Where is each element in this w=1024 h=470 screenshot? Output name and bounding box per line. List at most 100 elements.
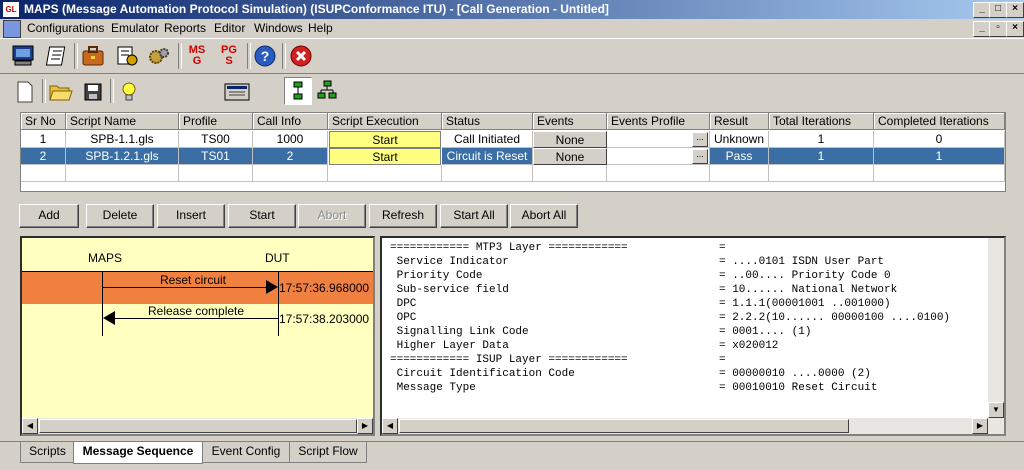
col-call-info[interactable]: Call Info [253, 113, 328, 130]
events-profile-cell: ... [607, 148, 710, 165]
scroll-left-icon[interactable]: ◀ [382, 418, 398, 434]
menu-emulator[interactable]: Emulator [111, 21, 159, 35]
menu-editor[interactable]: Editor [214, 21, 245, 35]
scroll-left-icon[interactable]: ◀ [22, 418, 38, 434]
tree-view-icon[interactable] [314, 77, 340, 103]
flow-view-icon[interactable] [284, 77, 312, 105]
refresh-button[interactable]: Refresh [369, 204, 437, 228]
menu-bar: Configurations Emulator Reports Editor W… [0, 19, 1024, 38]
open-folder-icon[interactable] [46, 77, 76, 107]
col-events[interactable]: Events [533, 113, 607, 130]
main-toolbar: MS G PG S ? [0, 38, 1024, 74]
close-button[interactable]: × [1006, 2, 1024, 18]
tab-scripts[interactable]: Scripts [20, 442, 75, 463]
script-table: Sr No Script Name Profile Call Info Scri… [20, 112, 1006, 192]
horizontal-scrollbar[interactable]: ◀ ▶ [22, 418, 373, 434]
col-completed-iterations[interactable]: Completed Iterations [874, 113, 1005, 130]
mdi-child-icon[interactable] [3, 20, 21, 38]
table-row-selected[interactable]: 2 SPB-1.2.1.gls TS01 2 Start Circuit is … [21, 148, 1005, 165]
col-result[interactable]: Result [710, 113, 769, 130]
scroll-thumb[interactable] [399, 419, 849, 433]
col-sr-no[interactable]: Sr No [21, 113, 66, 130]
decode-line: DPC = 1.1.1(00001001 ..001000) [390, 298, 891, 310]
window-view-icon[interactable] [222, 77, 252, 107]
col-total-iterations[interactable]: Total Iterations [769, 113, 874, 130]
child-restore-button[interactable]: ▫ [989, 21, 1007, 37]
decode-line: Priority Code = ..00.... Priority Code 0 [390, 270, 891, 282]
maximize-button[interactable]: □ [989, 2, 1007, 18]
exit-icon[interactable] [286, 41, 316, 71]
svg-text:?: ? [261, 48, 270, 64]
app-icon: GL [3, 2, 19, 17]
events-button[interactable]: None [533, 131, 607, 148]
col-profile[interactable]: Profile [179, 113, 253, 130]
col-script-execution[interactable]: Script Execution [328, 113, 442, 130]
scroll-right-icon[interactable]: ▶ [972, 418, 988, 434]
title-bar: GL MAPS (Message Automation Protocol Sim… [0, 0, 1024, 19]
col-events-profile[interactable]: Events Profile [607, 113, 710, 130]
gears-icon[interactable] [144, 41, 174, 71]
decode-line: Signalling Link Code = 0001.... (1) [390, 326, 812, 338]
computer-icon[interactable] [8, 41, 38, 71]
delete-button[interactable]: Delete [86, 204, 154, 228]
message-arrow-line [102, 287, 268, 288]
start-button[interactable]: Start [228, 204, 296, 228]
message-label: Release complete [148, 304, 245, 318]
start-script-button[interactable]: Start [329, 148, 441, 165]
insert-button[interactable]: Insert [157, 204, 225, 228]
decode-line: Service Indicator = ....0101 ISDN User Pa… [390, 256, 885, 268]
entity-right-label: DUT [265, 251, 290, 265]
help-icon[interactable]: ? [250, 41, 280, 71]
col-script-name[interactable]: Script Name [66, 113, 179, 130]
new-file-icon[interactable] [10, 77, 40, 107]
save-icon[interactable] [78, 77, 108, 107]
tab-script-flow[interactable]: Script Flow [289, 442, 367, 463]
decode-line: ============ MTP3 Layer ============ = [390, 242, 726, 254]
tab-event-config[interactable]: Event Config [201, 442, 291, 463]
scroll-down-icon[interactable]: ▼ [988, 402, 1004, 418]
scroll-thumb[interactable] [39, 419, 357, 433]
entity-left-label: MAPS [88, 251, 123, 265]
notebook-icon[interactable] [42, 41, 72, 71]
table-row[interactable]: 1 SPB-1.1.gls TS00 1000 Start Call Initi… [21, 131, 1005, 148]
briefcase-icon[interactable] [78, 41, 108, 71]
decode-line: Higher Layer Data = x020012 [390, 340, 779, 352]
decode-line: OPC = 2.2.2(10...... 00000100 ....0100) [390, 312, 951, 324]
browse-events-profile-button[interactable]: ... [692, 132, 708, 147]
arrow-left-icon [103, 311, 115, 325]
add-button[interactable]: Add [19, 204, 79, 228]
pgs-icon[interactable]: PG S [214, 41, 244, 71]
script-edit-icon[interactable] [112, 41, 142, 71]
decode-line: Circuit Identification Code = 00000010 ..… [390, 368, 871, 380]
start-script-button[interactable]: Start [329, 131, 441, 148]
decode-line: ============ ISUP Layer ============ = [390, 354, 726, 366]
events-button[interactable]: None [533, 148, 607, 165]
window-title: MAPS (Message Automation Protocol Simula… [24, 2, 609, 16]
lightbulb-icon[interactable] [114, 77, 144, 107]
col-status[interactable]: Status [442, 113, 533, 130]
arrow-right-icon [266, 280, 278, 294]
message-label: Reset circuit [160, 273, 227, 287]
menu-windows[interactable]: Windows [254, 21, 303, 35]
decode-line: Message Type = 00010010 Reset Circuit [390, 382, 878, 394]
scroll-right-icon[interactable]: ▶ [357, 418, 373, 434]
message-sequence-pane: MAPS DUT Reset circuit 17:57:36.968000 R… [20, 236, 375, 436]
decode-pane: ============ MTP3 Layer ============ = Se… [380, 236, 1006, 436]
horizontal-scrollbar[interactable]: ◀ ▶ [382, 418, 1004, 434]
start-all-button[interactable]: Start All [440, 204, 508, 228]
menu-configurations[interactable]: Configurations [27, 21, 104, 35]
abort-all-button[interactable]: Abort All [510, 204, 578, 228]
child-close-button[interactable]: × [1006, 21, 1024, 37]
message-icon[interactable]: MS G [182, 41, 212, 71]
abort-button[interactable]: Abort [298, 204, 366, 228]
vertical-scrollbar[interactable]: ▼ [988, 238, 1004, 418]
table-row-empty[interactable] [21, 165, 1005, 182]
browse-events-profile-button[interactable]: ... [692, 149, 708, 164]
menu-reports[interactable]: Reports [164, 21, 206, 35]
secondary-toolbar [0, 75, 1024, 109]
message-arrow-line [114, 318, 278, 319]
message-timestamp: 17:57:38.203000 [279, 312, 370, 326]
tab-message-sequence[interactable]: Message Sequence [73, 442, 203, 464]
menu-help[interactable]: Help [308, 21, 333, 35]
message-timestamp: 17:57:36.968000 [279, 281, 370, 295]
